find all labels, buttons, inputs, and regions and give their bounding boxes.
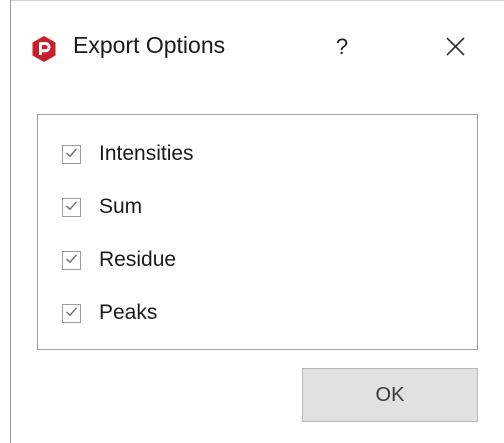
- red-hexagon-logo-icon: [30, 35, 58, 63]
- option-label: Sum: [99, 195, 143, 218]
- option-residue[interactable]: Residue: [62, 244, 176, 276]
- help-button[interactable]: ?: [325, 27, 359, 67]
- close-button[interactable]: [429, 25, 481, 69]
- intensities-checkbox[interactable]: [62, 144, 81, 164]
- checkmark-icon: [65, 198, 78, 216]
- close-icon: [429, 37, 481, 73]
- title-bar[interactable]: Export Options ?: [11, 1, 504, 89]
- sum-checkbox[interactable]: [62, 197, 81, 217]
- checkmark-icon: [65, 145, 78, 163]
- export-options-dialog: Export Options ? Intensities Sum Residue…: [0, 0, 504, 443]
- option-label: Peaks: [99, 301, 158, 324]
- ok-button[interactable]: OK: [302, 368, 478, 422]
- export-options-group: Intensities Sum Residue Peaks: [37, 114, 478, 350]
- checkmark-icon: [65, 304, 78, 322]
- option-peaks[interactable]: Peaks: [62, 297, 157, 329]
- option-label: Residue: [99, 248, 177, 271]
- option-sum[interactable]: Sum: [62, 191, 142, 223]
- residue-checkbox[interactable]: [62, 250, 81, 270]
- checkmark-icon: [65, 251, 78, 269]
- option-label: Intensities: [99, 142, 194, 165]
- option-intensities[interactable]: Intensities: [62, 138, 194, 170]
- dialog-title: Export Options: [73, 32, 226, 58]
- peaks-checkbox[interactable]: [62, 303, 81, 323]
